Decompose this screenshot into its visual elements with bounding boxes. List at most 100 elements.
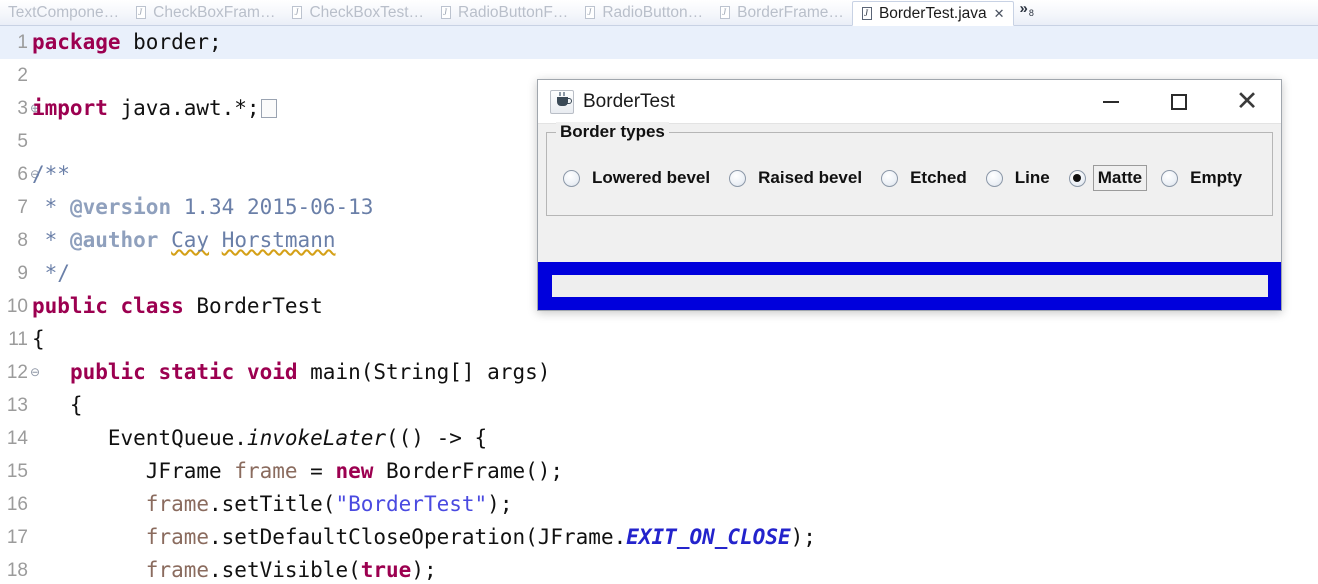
java-file-icon: J: [861, 6, 874, 21]
tab-overflow-chevron-icon[interactable]: » 8: [1020, 0, 1034, 25]
radio-matte[interactable]: Matte: [1068, 165, 1148, 191]
radio-lowered-bevel[interactable]: Lowered bevel: [563, 165, 715, 191]
code-token: {: [32, 393, 83, 417]
code-line[interactable]: 13 {: [0, 389, 1318, 422]
group-title-label: Border types: [556, 122, 669, 142]
editor-tab[interactable]: J BorderTest.java ✕: [851, 1, 1014, 26]
line-number: 6: [17, 164, 28, 185]
border-preview-panel: [538, 262, 1281, 310]
collapsed-import-box[interactable]: [260, 99, 277, 118]
code-line-text: public static void main(String[] args): [32, 356, 550, 389]
java-file-icon: J: [440, 5, 453, 20]
code-token: */: [32, 261, 70, 285]
code-line[interactable]: 18 frame.setVisible(true);: [0, 554, 1318, 584]
code-line-text: {: [32, 389, 83, 422]
code-token: .setVisible(: [209, 558, 361, 582]
editor-tab-label: RadioButton…: [602, 3, 704, 21]
code-line[interactable]: 16 frame.setTitle("BorderTest");: [0, 488, 1318, 521]
code-token: BorderFrame();: [373, 459, 564, 483]
border-types-group: Border types Lowered bevel Raised bevel Et…: [546, 122, 1273, 216]
window-controls: ✕: [1077, 80, 1281, 123]
tab-close-icon[interactable]: ✕: [994, 7, 1005, 20]
radio-button-icon[interactable]: [1068, 169, 1086, 187]
editor-tab[interactable]: J CheckBoxFram…: [127, 0, 283, 25]
code-line[interactable]: 1 package border;: [0, 26, 1318, 59]
code-token: border;: [120, 30, 222, 54]
line-number: 9: [17, 263, 28, 284]
radio-etched[interactable]: Etched: [881, 165, 972, 191]
editor-tab[interactable]: J BorderFrame…: [711, 0, 852, 25]
code-token: new: [335, 459, 374, 483]
editor-tab[interactable]: J CheckBoxTest…: [283, 0, 432, 25]
code-token: JFrame: [32, 459, 235, 483]
radio-empty[interactable]: Empty: [1161, 165, 1247, 191]
radio-button-icon[interactable]: [881, 169, 899, 187]
line-number: 11: [8, 329, 28, 350]
bordertest-window[interactable]: BorderTest ✕ Border types Lowered bevel R…: [537, 79, 1282, 311]
minimize-button[interactable]: [1077, 80, 1145, 123]
code-token: invokeLater: [246, 426, 387, 450]
code-token: EventQueue.: [32, 426, 247, 450]
close-button[interactable]: ✕: [1213, 80, 1281, 123]
line-number: 17: [6, 527, 28, 548]
code-token: 1.34 2015-06-13: [171, 195, 374, 219]
code-token: (() -> {: [386, 426, 488, 450]
line-number: 18: [6, 560, 28, 581]
editor-tab[interactable]: J RadioButtonF…: [432, 0, 576, 25]
editor-tab-bar: TextCompone… J CheckBoxFram… J CheckBoxTest……: [0, 0, 1318, 26]
code-token: import: [32, 96, 108, 120]
code-line[interactable]: 17 frame.setDefaultCloseOperation(JFrame…: [0, 521, 1318, 554]
line-number: 8: [17, 230, 28, 251]
border-type-radio-group[interactable]: Lowered bevel Raised bevel Etched Line Matte…: [547, 165, 1272, 191]
code-token: "BorderTest": [335, 492, 488, 516]
code-token: .setDefaultCloseOperation(JFrame.: [209, 525, 627, 549]
code-line-text: frame.setTitle("BorderTest");: [32, 488, 513, 521]
java-file-icon: J: [719, 5, 732, 20]
code-token: main(String[] args): [297, 360, 551, 384]
code-token: frame: [145, 492, 210, 516]
code-line[interactable]: 12 ⊖ public static void main(String[] arg…: [0, 356, 1318, 389]
code-token: java.awt.*;: [107, 96, 260, 120]
radio-label: Empty: [1190, 168, 1243, 187]
radio-button-icon[interactable]: [729, 169, 747, 187]
editor-tab[interactable]: J RadioButton…: [576, 0, 711, 25]
radio-label: Matte: [1092, 165, 1148, 191]
editor-tab-label: RadioButtonF…: [458, 3, 569, 21]
radio-label: Raised bevel: [758, 168, 863, 187]
code-line[interactable]: 14 EventQueue.invokeLater(() -> {: [0, 422, 1318, 455]
editor-tab-label: CheckBoxFram…: [153, 3, 276, 21]
code-line-text: frame.setDefaultCloseOperation(JFrame.EX…: [32, 521, 816, 554]
java-file-icon: J: [291, 5, 304, 20]
radio-label: Lowered bevel: [592, 168, 711, 187]
code-token: @version: [69, 195, 172, 219]
editor-tab-label: CheckBoxTest…: [309, 3, 425, 21]
close-icon: ✕: [1235, 86, 1259, 117]
radio-line[interactable]: Line: [985, 165, 1055, 191]
code-token: =: [297, 459, 336, 483]
code-token: frame: [234, 459, 298, 483]
java-coffee-cup-icon: [550, 89, 574, 114]
radio-raised-bevel[interactable]: Raised bevel: [729, 165, 867, 191]
code-token: Cay: [171, 228, 210, 252]
code-token: .setTitle(: [209, 492, 336, 516]
code-token: );: [790, 525, 816, 549]
chevron-double-right-icon: »: [1019, 0, 1028, 17]
radio-button-icon[interactable]: [563, 169, 580, 187]
code-line[interactable]: 15 JFrame frame = new BorderFrame();: [0, 455, 1318, 488]
code-line-text: * @author Cay Horstmann: [32, 224, 336, 257]
code-line-text: frame.setVisible(true);: [32, 554, 437, 584]
editor-tab[interactable]: TextCompone…: [0, 0, 127, 25]
radio-button-icon[interactable]: [1161, 169, 1179, 187]
code-token: package: [32, 30, 121, 54]
radio-button-icon[interactable]: [985, 169, 1003, 187]
code-token: public static void: [69, 360, 298, 384]
code-line[interactable]: 11{: [0, 323, 1318, 356]
maximize-button[interactable]: [1145, 80, 1213, 123]
window-title-bar[interactable]: BorderTest ✕: [538, 80, 1281, 124]
window-content: Border types Lowered bevel Raised bevel Et…: [538, 122, 1281, 310]
line-number: 7: [17, 197, 28, 218]
